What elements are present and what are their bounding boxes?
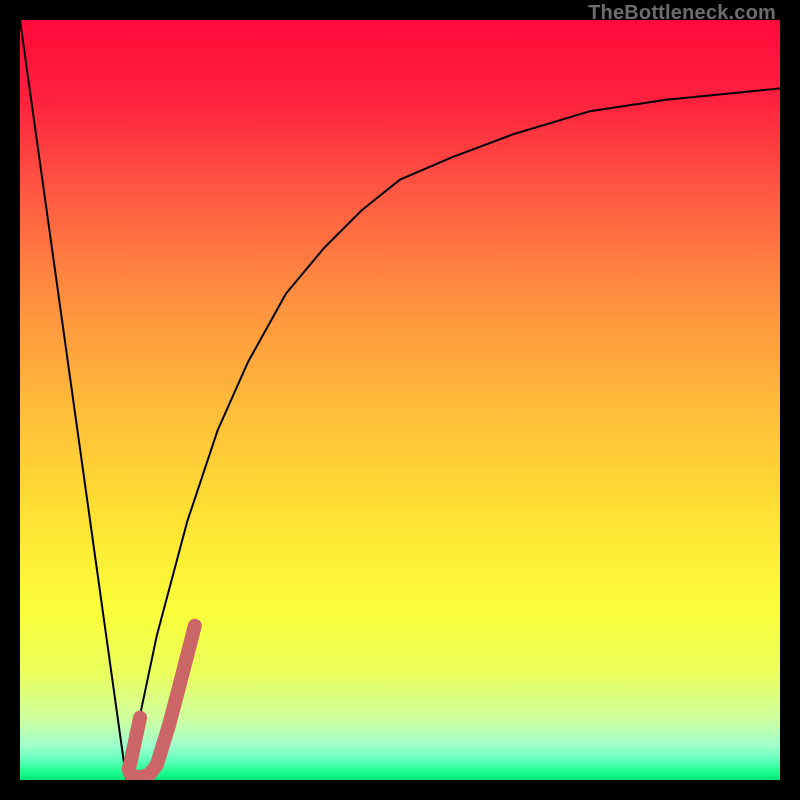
right-curve-line [126,88,780,780]
plot-area [20,20,780,780]
left-drop-line [20,20,126,780]
j-marker-line [129,626,195,778]
curve-layer [20,20,780,780]
chart-frame: TheBottleneck.com [0,0,800,800]
